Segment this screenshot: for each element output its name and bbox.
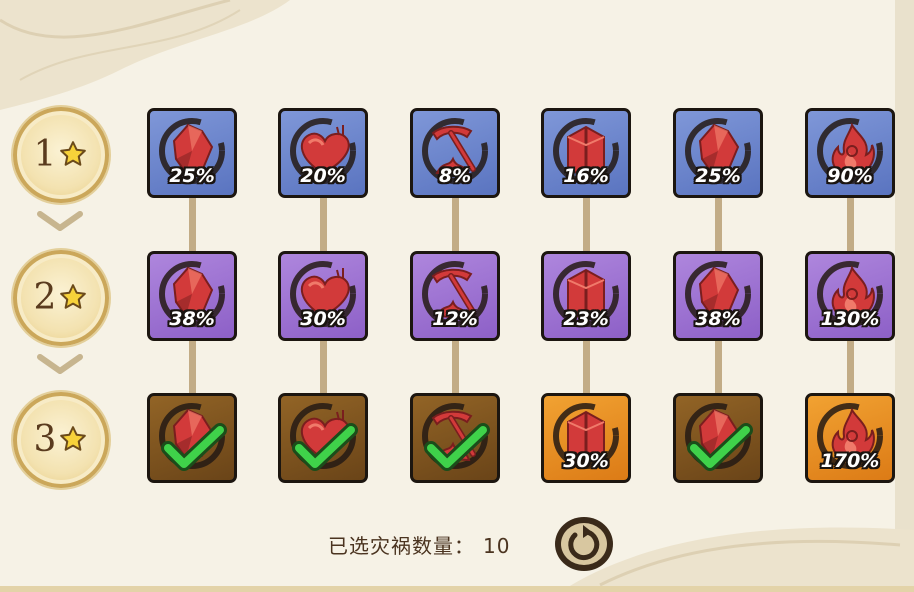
calamity-cell-r1-c2[interactable]: 20%	[278, 108, 368, 198]
chevron-down-icon	[37, 354, 83, 374]
percent-label: 20%	[300, 165, 346, 187]
connector-line	[715, 341, 722, 393]
connector-line	[189, 341, 196, 393]
connector-line	[320, 341, 327, 393]
percent-label: 38%	[169, 308, 215, 330]
calamity-cell-r2-c5[interactable]: 38%	[673, 251, 763, 341]
percent-label: 170%	[820, 450, 880, 472]
tier-number: 3	[33, 419, 57, 460]
percent-label: 90%	[827, 165, 873, 187]
tier-badge-2: 2	[13, 250, 109, 346]
connector-line	[320, 198, 327, 251]
calamity-cell-r2-c6[interactable]: 130%	[805, 251, 895, 341]
connector-line	[583, 341, 590, 393]
tier-number: 1	[33, 134, 57, 175]
checkmark-icon	[687, 423, 753, 471]
chevron-down-icon	[37, 211, 83, 231]
selected-count-text: 已选灾祸数量：	[328, 534, 475, 558]
calamity-cell-r2-c1[interactable]: 38%	[147, 251, 237, 341]
tier-number: 2	[33, 277, 57, 318]
connector-line	[452, 341, 459, 393]
connector-line	[715, 198, 722, 251]
calamity-cell-r1-c4[interactable]: 16%	[541, 108, 631, 198]
tier-badge-1: 1	[13, 107, 109, 203]
reset-arrow-icon	[555, 517, 613, 571]
calamity-cell-r3-c5[interactable]	[673, 393, 763, 483]
percent-label: 130%	[820, 308, 880, 330]
selected-count-value: 10	[483, 534, 511, 558]
calamity-cell-r1-c5[interactable]: 25%	[673, 108, 763, 198]
connector-line	[583, 198, 590, 251]
percent-label: 23%	[563, 308, 609, 330]
checkmark-icon	[424, 423, 490, 471]
percent-label: 25%	[695, 165, 741, 187]
percent-label: 30%	[563, 450, 609, 472]
checkmark-icon	[161, 423, 227, 471]
star-icon	[60, 141, 87, 166]
percent-label: 16%	[563, 165, 609, 187]
percent-label: 8%	[438, 165, 472, 187]
calamity-cell-r1-c1[interactable]: 25%	[147, 108, 237, 198]
calamity-cell-r1-c6[interactable]: 90%	[805, 108, 895, 198]
connector-line	[452, 198, 459, 251]
star-icon	[60, 284, 87, 309]
reset-button[interactable]	[553, 515, 615, 573]
percent-label: 30%	[300, 308, 346, 330]
connector-line	[189, 198, 196, 251]
connector-line	[847, 341, 854, 393]
selected-count-label: 已选灾祸数量： 10	[328, 530, 510, 559]
calamity-cell-r3-c4[interactable]: 30%	[541, 393, 631, 483]
percent-label: 38%	[695, 308, 741, 330]
calamity-cell-r3-c6[interactable]: 170%	[805, 393, 895, 483]
tier-badge-3: 3	[13, 392, 109, 488]
calamity-cell-r2-c2[interactable]: 30%	[278, 251, 368, 341]
calamity-cell-r2-c4[interactable]: 23%	[541, 251, 631, 341]
connector-line	[847, 198, 854, 251]
calamity-cell-r3-c1[interactable]	[147, 393, 237, 483]
calamity-cell-r3-c3[interactable]	[410, 393, 500, 483]
checkmark-icon	[292, 423, 358, 471]
percent-label: 25%	[169, 165, 215, 187]
calamity-cell-r2-c3[interactable]: 12%	[410, 251, 500, 341]
percent-label: 12%	[432, 308, 478, 330]
star-icon	[60, 426, 87, 451]
calamity-cell-r1-c3[interactable]: 8%	[410, 108, 500, 198]
calamity-cell-r3-c2[interactable]	[278, 393, 368, 483]
